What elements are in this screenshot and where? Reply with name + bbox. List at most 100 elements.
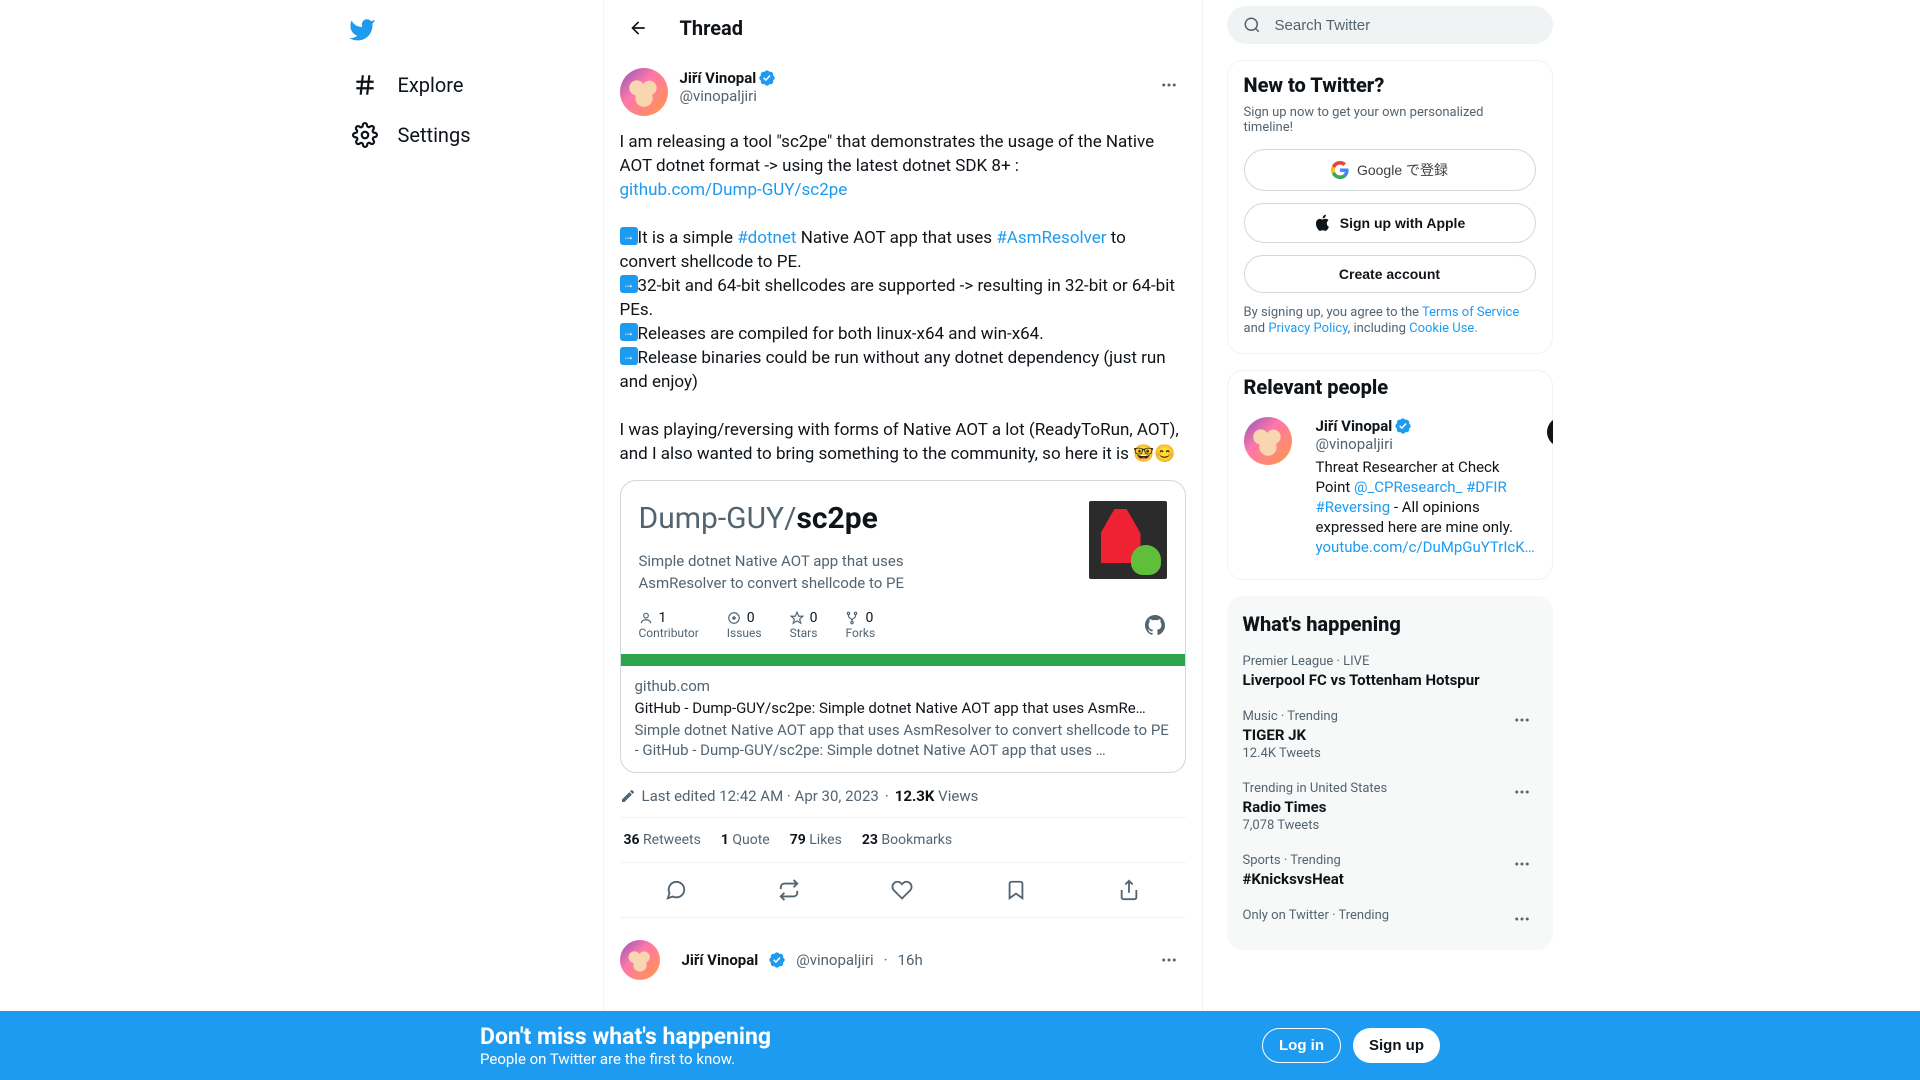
bio-youtube-link[interactable]: youtube.com/c/DuMpGuYTrIcK… xyxy=(1316,538,1535,556)
card-divider xyxy=(621,654,1185,666)
main-tweet: Jiří Vinopal @vinopaljiri I am releasing… xyxy=(604,56,1202,930)
retweets-stat[interactable]: 36 Retweets xyxy=(624,832,701,848)
back-button[interactable] xyxy=(620,10,656,46)
verified-icon xyxy=(1394,417,1412,435)
card-title: GitHub - Dump-GUY/sc2pe: Simple dotnet N… xyxy=(635,698,1171,718)
bookmark-button[interactable] xyxy=(997,871,1035,909)
verified-icon xyxy=(758,69,776,87)
person-icon xyxy=(639,611,653,625)
bio-link-cp[interactable]: @_CPResearch_ xyxy=(1354,478,1462,496)
like-button[interactable] xyxy=(883,871,921,909)
github-link[interactable]: github.com/Dump-GUY/sc2pe xyxy=(620,180,848,200)
trend-item[interactable]: Premier League · LIVE Liverpool FC vs To… xyxy=(1227,644,1553,699)
twitter-logo[interactable] xyxy=(340,8,384,52)
tweet-stats: 36 Retweets 1 Quote 79 Likes 23 Bookmark… xyxy=(620,817,1186,862)
github-icon xyxy=(1143,613,1167,637)
more-icon xyxy=(1513,855,1531,873)
bookmarks-stat[interactable]: 23 Bookmarks xyxy=(862,832,952,848)
trend-context: Music · Trending xyxy=(1243,709,1499,724)
relevant-person: Jiří Vinopal @vinopaljiri Threat Researc… xyxy=(1228,407,1552,567)
trend-context: Trending in United States xyxy=(1243,781,1499,796)
cookie-link[interactable]: Cookie Use. xyxy=(1409,321,1478,336)
trend-title: #KnicksvsHeat xyxy=(1243,870,1499,888)
signup-button[interactable]: Sign up xyxy=(1353,1028,1440,1063)
heart-icon xyxy=(891,879,913,901)
search-input[interactable] xyxy=(1275,17,1537,34)
nav-explore[interactable]: Explore xyxy=(340,60,476,110)
trend-item[interactable]: Music · Trending TIGER JK 12.4K Tweets xyxy=(1227,699,1553,771)
reply-preview[interactable]: Jiří Vinopal @vinopaljiri · 16h xyxy=(604,930,1202,990)
arrow-emoji-icon xyxy=(620,275,638,293)
retweet-button[interactable] xyxy=(770,871,808,909)
card-desc: Simple dotnet Native AOT app that uses A… xyxy=(635,720,1171,760)
bio-link-dfir[interactable]: #DFIR xyxy=(1466,478,1507,496)
create-account-button[interactable]: Create account xyxy=(1244,255,1536,293)
tweet-text: I am releasing a tool "sc2pe" that demon… xyxy=(620,130,1186,466)
trend-item[interactable]: Trending in United States Radio Times 7,… xyxy=(1227,771,1553,843)
trend-more-button[interactable] xyxy=(1507,781,1537,833)
search-box[interactable] xyxy=(1227,6,1553,44)
signup-terms: By signing up, you agree to the Terms of… xyxy=(1244,305,1536,337)
tweet-actions xyxy=(620,862,1186,918)
relevant-title: Relevant people xyxy=(1228,371,1552,407)
trend-item[interactable]: Sports · Trending #KnicksvsHeat xyxy=(1227,843,1553,898)
search-icon xyxy=(1243,16,1261,34)
person-bio: Threat Researcher at Check Point @_CPRes… xyxy=(1316,457,1535,557)
arrow-left-icon xyxy=(628,18,648,38)
relevant-people-panel: Relevant people Jiří Vinopal @vinopaljir… xyxy=(1227,370,1553,580)
trend-more-button[interactable] xyxy=(1507,853,1537,888)
person-name[interactable]: Jiří Vinopal xyxy=(1316,417,1413,435)
banner-title: Don't miss what's happening xyxy=(480,1023,771,1050)
reply-icon xyxy=(665,879,687,901)
reply-time: 16h xyxy=(898,951,923,969)
trend-context: Premier League · LIVE xyxy=(1243,654,1537,669)
follow-button[interactable]: Follow xyxy=(1547,417,1553,447)
retweet-icon xyxy=(778,879,800,901)
banner-sub: People on Twitter are the first to know. xyxy=(480,1050,771,1068)
nav-explore-label: Explore xyxy=(398,73,464,97)
bio-link-rev[interactable]: #Reversing xyxy=(1316,498,1391,516)
more-icon xyxy=(1160,951,1178,969)
more-icon xyxy=(1513,711,1531,729)
trend-more-button[interactable] xyxy=(1507,709,1537,761)
trend-more-button[interactable] xyxy=(1507,908,1537,928)
author-name[interactable]: Jiří Vinopal xyxy=(680,69,777,87)
reply-author-name: Jiří Vinopal xyxy=(682,951,759,969)
star-icon xyxy=(790,611,804,625)
more-icon xyxy=(1513,783,1531,801)
signup-google-button[interactable]: Google で登録 xyxy=(1244,149,1536,191)
nav-settings[interactable]: Settings xyxy=(340,110,483,160)
hashtag-dotnet[interactable]: #dotnet xyxy=(737,228,796,248)
trend-item[interactable]: Only on Twitter · Trending xyxy=(1227,898,1553,938)
reply-more-button[interactable] xyxy=(1152,943,1186,977)
share-button[interactable] xyxy=(1110,871,1148,909)
right-sidebar: New to Twitter? Sign up now to get your … xyxy=(1203,0,1553,1080)
author-avatar[interactable] xyxy=(620,68,668,116)
person-avatar[interactable] xyxy=(1244,417,1292,465)
link-card[interactable]: Dump-GUY/sc2pe Simple dotnet Native AOT … xyxy=(620,480,1186,773)
login-button[interactable]: Log in xyxy=(1262,1028,1341,1063)
signup-banner: Don't miss what's happening People on Tw… xyxy=(0,1011,1920,1080)
hashtag-asmresolver[interactable]: #AsmResolver xyxy=(996,228,1106,248)
tos-link[interactable]: Terms of Service xyxy=(1422,305,1519,320)
trend-title: Liverpool FC vs Tottenham Hotspur xyxy=(1243,671,1537,689)
reply-button[interactable] xyxy=(657,871,695,909)
privacy-link[interactable]: Privacy Policy xyxy=(1268,321,1347,336)
trend-title: Radio Times xyxy=(1243,798,1499,816)
more-icon xyxy=(1513,910,1531,928)
person-handle[interactable]: @vinopaljiri xyxy=(1316,435,1535,453)
author-handle[interactable]: @vinopaljiri xyxy=(680,87,1152,105)
repo-title: Dump-GUY/sc2pe xyxy=(639,501,1069,536)
reply-avatar[interactable] xyxy=(620,940,660,980)
nav-settings-label: Settings xyxy=(398,123,471,147)
more-icon xyxy=(1160,76,1178,94)
likes-stat[interactable]: 79 Likes xyxy=(790,832,842,848)
fork-icon xyxy=(845,611,859,625)
tweet-more-button[interactable] xyxy=(1152,68,1186,102)
signup-apple-button[interactable]: Sign up with Apple xyxy=(1244,203,1536,243)
quotes-stat[interactable]: 1 Quote xyxy=(721,832,770,848)
page-title: Thread xyxy=(680,16,744,40)
apple-icon xyxy=(1314,214,1332,232)
bird-icon xyxy=(348,16,376,44)
trend-count: 12.4K Tweets xyxy=(1243,746,1499,761)
